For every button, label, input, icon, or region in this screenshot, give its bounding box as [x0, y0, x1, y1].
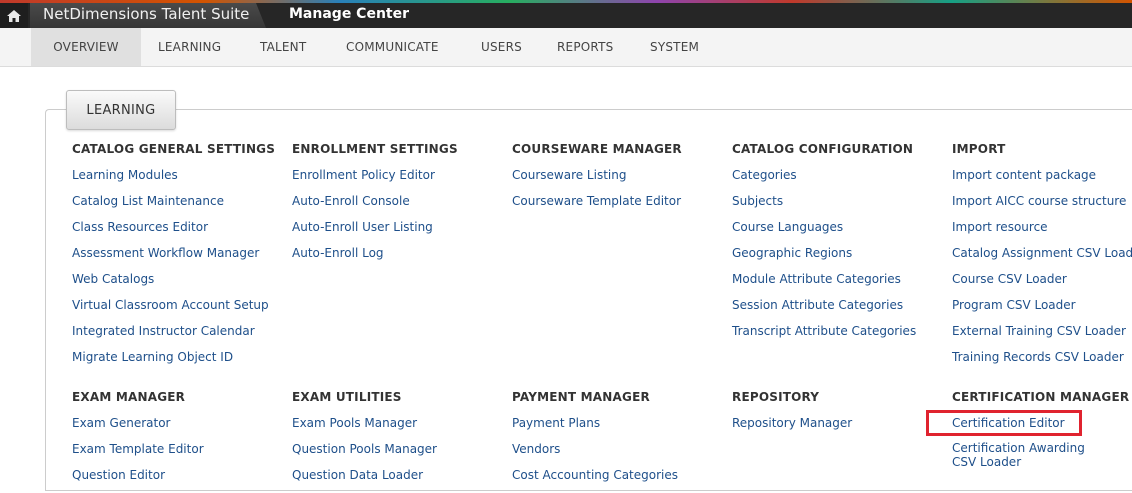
- section-title: CERTIFICATION MANAGER: [952, 390, 1130, 404]
- home-button[interactable]: [0, 3, 28, 28]
- link-assessment-workflow-manager[interactable]: Assessment Workflow Manager: [72, 245, 275, 271]
- link-web-catalogs[interactable]: Web Catalogs: [72, 271, 275, 297]
- link-integrated-instructor-calendar[interactable]: Integrated Instructor Calendar: [72, 323, 275, 349]
- link-module-attribute-categories[interactable]: Module Attribute Categories: [732, 271, 916, 297]
- link-subjects[interactable]: Subjects: [732, 193, 916, 219]
- link-enrollment-policy-editor[interactable]: Enrollment Policy Editor: [292, 167, 458, 193]
- link-course-csv-loader[interactable]: Course CSV Loader: [952, 271, 1132, 297]
- link-transcript-attribute-categories[interactable]: Transcript Attribute Categories: [732, 323, 916, 349]
- top-bar: NetDimensions Talent Suite Manage Center: [0, 0, 1132, 28]
- link-certification-awarding-csv-loader[interactable]: Certification Awarding CSV Loader: [952, 441, 1112, 469]
- color-stripe: [0, 0, 1132, 3]
- section-title: PAYMENT MANAGER: [512, 390, 650, 404]
- section-repository: REPOSITORY Repository Manager: [732, 389, 852, 441]
- link-question-pools-manager[interactable]: Question Pools Manager: [292, 441, 437, 467]
- link-catalog-assignment-csv-loader[interactable]: Catalog Assignment CSV Loader: [952, 245, 1132, 271]
- link-auto-enroll-user-listing[interactable]: Auto-Enroll User Listing: [292, 219, 458, 245]
- section-title: COURSEWARE MANAGER: [512, 142, 682, 156]
- link-geographic-regions[interactable]: Geographic Regions: [732, 245, 916, 271]
- link-course-languages[interactable]: Course Languages: [732, 219, 916, 245]
- link-virtual-classroom-account-setup[interactable]: Virtual Classroom Account Setup: [72, 297, 275, 323]
- section-catalog-configuration: CATALOG CONFIGURATION Categories Subject…: [732, 141, 916, 349]
- suite-title[interactable]: NetDimensions Talent Suite: [43, 5, 249, 23]
- highlight-box: [926, 410, 1082, 436]
- link-session-attribute-categories[interactable]: Session Attribute Categories: [732, 297, 916, 323]
- link-auto-enroll-log[interactable]: Auto-Enroll Log: [292, 245, 458, 271]
- link-program-csv-loader[interactable]: Program CSV Loader: [952, 297, 1132, 323]
- section-title: IMPORT: [952, 142, 1006, 156]
- link-payment-plans[interactable]: Payment Plans: [512, 415, 678, 441]
- link-exam-pools-manager[interactable]: Exam Pools Manager: [292, 415, 437, 441]
- section-title: CATALOG CONFIGURATION: [732, 142, 914, 156]
- section-title: ENROLLMENT SETTINGS: [292, 142, 458, 156]
- section-title: CATALOG GENERAL SETTINGS: [72, 142, 276, 156]
- link-import-aicc-course-structure[interactable]: Import AICC course structure: [952, 193, 1132, 219]
- section-enrollment-settings: ENROLLMENT SETTINGS Enrollment Policy Ed…: [292, 141, 458, 271]
- link-cost-accounting-categories[interactable]: Cost Accounting Categories: [512, 467, 678, 493]
- center-title: Manage Center: [289, 6, 410, 22]
- nav-communicate[interactable]: COMMUNICATE: [346, 28, 439, 66]
- link-auto-enroll-console[interactable]: Auto-Enroll Console: [292, 193, 458, 219]
- link-import-content-package[interactable]: Import content package: [952, 167, 1132, 193]
- link-question-editor[interactable]: Question Editor: [72, 467, 204, 493]
- link-catalog-list-maintenance[interactable]: Catalog List Maintenance: [72, 193, 275, 219]
- section-payment-manager: PAYMENT MANAGER Payment Plans Vendors Co…: [512, 389, 678, 493]
- link-import-resource[interactable]: Import resource: [952, 219, 1132, 245]
- link-external-training-csv-loader[interactable]: External Training CSV Loader: [952, 323, 1132, 349]
- link-exam-template-editor[interactable]: Exam Template Editor: [72, 441, 204, 467]
- nav-talent[interactable]: TALENT: [260, 28, 306, 66]
- link-exam-generator[interactable]: Exam Generator: [72, 415, 204, 441]
- nav-learning[interactable]: LEARNING: [158, 28, 221, 66]
- section-exam-utilities: EXAM UTILITIES Exam Pools Manager Questi…: [292, 389, 437, 493]
- nav-users[interactable]: USERS: [481, 28, 522, 66]
- link-repository-manager[interactable]: Repository Manager: [732, 415, 852, 441]
- section-title: EXAM MANAGER: [72, 390, 186, 404]
- section-courseware-manager: COURSEWARE MANAGER Courseware Listing Co…: [512, 141, 682, 219]
- link-migrate-learning-object-id[interactable]: Migrate Learning Object ID: [72, 349, 275, 375]
- section-catalog-general-settings: CATALOG GENERAL SETTINGS Learning Module…: [72, 141, 275, 375]
- home-icon: [7, 9, 21, 22]
- link-courseware-template-editor[interactable]: Courseware Template Editor: [512, 193, 682, 219]
- link-courseware-listing[interactable]: Courseware Listing: [512, 167, 682, 193]
- link-learning-modules[interactable]: Learning Modules: [72, 167, 275, 193]
- learning-tab[interactable]: LEARNING: [66, 90, 176, 130]
- link-training-records-csv-loader[interactable]: Training Records CSV Loader: [952, 349, 1132, 375]
- section-import: IMPORT Import content package Import AIC…: [952, 141, 1132, 375]
- nav-reports[interactable]: REPORTS: [557, 28, 613, 66]
- nav-system[interactable]: SYSTEM: [650, 28, 699, 66]
- link-categories[interactable]: Categories: [732, 167, 916, 193]
- link-class-resources-editor[interactable]: Class Resources Editor: [72, 219, 275, 245]
- main-nav: OVERVIEW LEARNING TALENT COMMUNICATE USE…: [0, 28, 1132, 67]
- section-exam-manager: EXAM MANAGER Exam Generator Exam Templat…: [72, 389, 204, 493]
- link-vendors[interactable]: Vendors: [512, 441, 678, 467]
- section-title: EXAM UTILITIES: [292, 390, 402, 404]
- nav-overview[interactable]: OVERVIEW: [31, 28, 141, 66]
- section-title: REPOSITORY: [732, 390, 820, 404]
- link-question-data-loader[interactable]: Question Data Loader: [292, 467, 437, 493]
